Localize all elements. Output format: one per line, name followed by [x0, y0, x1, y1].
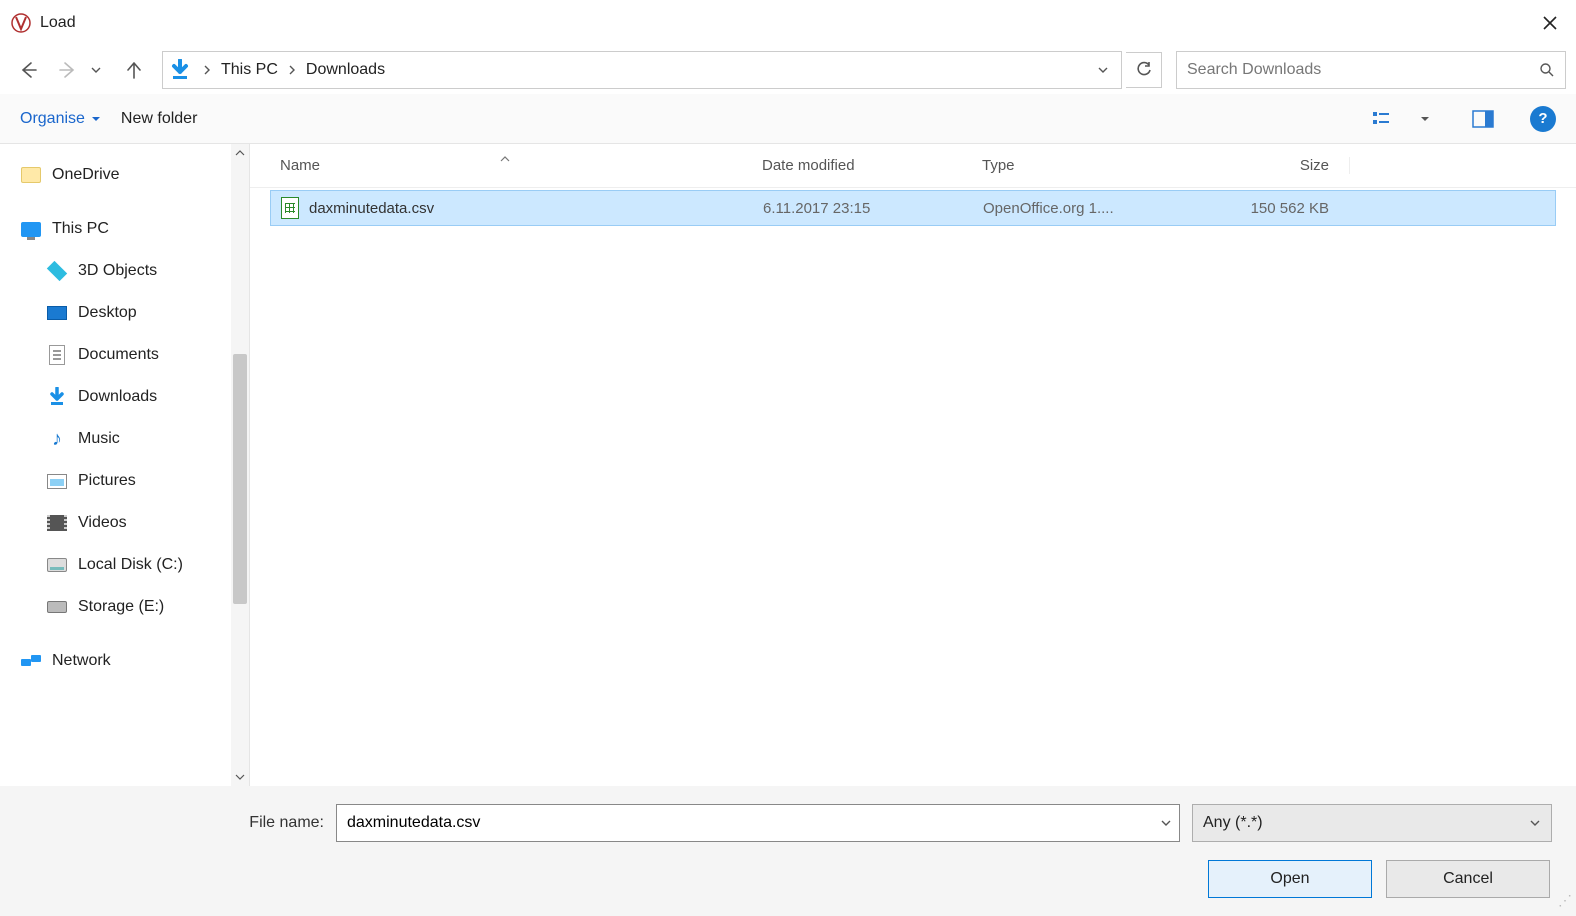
main-area: OneDrive This PC 3D Objects Desktop Docu… — [0, 144, 1576, 786]
footer: File name: Any (*.*) Open Cancel ⋰ — [0, 786, 1576, 916]
file-size: 150 562 KB — [1191, 200, 1349, 217]
sidebar-scrollbar[interactable] — [231, 144, 249, 786]
breadcrumb-downloads[interactable]: Downloads — [300, 61, 391, 79]
file-name-label: File name: — [24, 814, 324, 832]
tree-item-label: Storage (E:) — [78, 598, 164, 616]
breadcrumb-this-pc[interactable]: This PC — [215, 61, 284, 79]
videos-icon — [46, 512, 68, 534]
file-row[interactable]: daxminutedata.csv 6.11.2017 23:15 OpenOf… — [270, 190, 1556, 226]
forward-button[interactable] — [50, 52, 86, 88]
tree-item-label: Videos — [78, 514, 127, 532]
filter-label: Any (*.*) — [1203, 814, 1263, 832]
storage-icon — [46, 596, 68, 618]
file-type-filter[interactable]: Any (*.*) — [1192, 804, 1552, 842]
tree-item-pictures[interactable]: Pictures — [0, 460, 249, 502]
desktop-icon — [46, 302, 68, 324]
cancel-button[interactable]: Cancel — [1386, 860, 1550, 898]
tree-item-label: 3D Objects — [78, 262, 157, 280]
tree-item-storage[interactable]: Storage (E:) — [0, 586, 249, 628]
file-name-history-dropdown[interactable] — [1160, 817, 1172, 829]
address-bar[interactable]: This PC Downloads — [162, 51, 1122, 89]
sort-ascending-icon — [500, 155, 510, 163]
column-type[interactable]: Type — [970, 157, 1190, 174]
column-headers: Name Date modified Type Size — [250, 144, 1576, 188]
file-date: 6.11.2017 23:15 — [751, 200, 971, 217]
window-title: Load — [40, 14, 76, 32]
organise-menu[interactable]: Organise — [20, 110, 101, 128]
column-size[interactable]: Size — [1190, 157, 1350, 174]
music-icon: ♪ — [46, 428, 68, 450]
pictures-icon — [46, 470, 68, 492]
tree-item-local-disk[interactable]: Local Disk (C:) — [0, 544, 249, 586]
app-icon — [10, 12, 32, 34]
tree-item-label: Local Disk (C:) — [78, 556, 183, 574]
path-separator-icon[interactable] — [284, 64, 300, 76]
recent-locations-dropdown[interactable] — [90, 64, 112, 76]
help-button[interactable]: ? — [1530, 106, 1556, 132]
file-type: OpenOffice.org 1.... — [971, 200, 1191, 217]
path-separator-icon[interactable] — [199, 64, 215, 76]
tree-item-label: Documents — [78, 346, 159, 364]
scroll-down-icon[interactable] — [231, 768, 249, 786]
tree-item-3d-objects[interactable]: 3D Objects — [0, 250, 249, 292]
documents-icon — [46, 344, 68, 366]
preview-pane-button[interactable] — [1466, 104, 1500, 134]
search-input[interactable] — [1187, 61, 1539, 79]
downloads-folder-icon — [169, 58, 191, 82]
resize-grip-icon[interactable]: ⋰ — [1558, 898, 1572, 912]
organise-label: Organise — [20, 110, 85, 128]
tree-item-label: Desktop — [78, 304, 137, 322]
address-history-dropdown[interactable] — [1091, 64, 1115, 76]
tree-item-label: OneDrive — [52, 166, 120, 184]
tree-item-videos[interactable]: Videos — [0, 502, 249, 544]
tree-item-desktop[interactable]: Desktop — [0, 292, 249, 334]
scrollbar-thumb[interactable] — [233, 354, 247, 604]
navigation-bar: This PC Downloads — [0, 46, 1576, 94]
tree-item-this-pc[interactable]: This PC — [0, 208, 249, 250]
tree-item-downloads[interactable]: Downloads — [0, 376, 249, 418]
tree-item-music[interactable]: ♪ Music — [0, 418, 249, 460]
up-button[interactable] — [116, 52, 152, 88]
spreadsheet-file-icon — [281, 197, 299, 219]
close-button[interactable] — [1534, 11, 1566, 35]
column-date-modified[interactable]: Date modified — [750, 157, 970, 174]
back-button[interactable] — [10, 52, 46, 88]
tree-item-network[interactable]: Network — [0, 640, 249, 682]
tree-item-label: Music — [78, 430, 120, 448]
folder-icon — [20, 164, 42, 186]
tree-item-documents[interactable]: Documents — [0, 334, 249, 376]
scroll-up-icon[interactable] — [231, 144, 249, 162]
search-box[interactable] — [1176, 51, 1566, 89]
tree-item-label: Network — [52, 652, 111, 670]
tree-item-label: This PC — [52, 220, 109, 238]
search-icon — [1539, 62, 1555, 78]
new-folder-button[interactable]: New folder — [121, 110, 197, 128]
file-name-input[interactable] — [336, 804, 1180, 842]
navigation-tree: OneDrive This PC 3D Objects Desktop Docu… — [0, 144, 250, 786]
view-options-dropdown[interactable] — [1420, 114, 1442, 124]
title-bar: Load — [0, 0, 1576, 46]
open-button[interactable]: Open — [1208, 860, 1372, 898]
computer-icon — [20, 218, 42, 240]
downloads-icon — [46, 386, 68, 408]
tree-item-label: Downloads — [78, 388, 157, 406]
file-list: Name Date modified Type Size daxminuteda… — [250, 144, 1576, 786]
file-name: daxminutedata.csv — [309, 200, 434, 217]
column-name[interactable]: Name — [250, 157, 750, 174]
view-options-button[interactable] — [1366, 104, 1400, 134]
refresh-button[interactable] — [1126, 52, 1162, 88]
3d-objects-icon — [46, 260, 68, 282]
network-icon — [20, 650, 42, 672]
disk-icon — [46, 554, 68, 576]
toolbar: Organise New folder ? — [0, 94, 1576, 144]
tree-item-onedrive[interactable]: OneDrive — [0, 154, 249, 196]
tree-item-label: Pictures — [78, 472, 136, 490]
